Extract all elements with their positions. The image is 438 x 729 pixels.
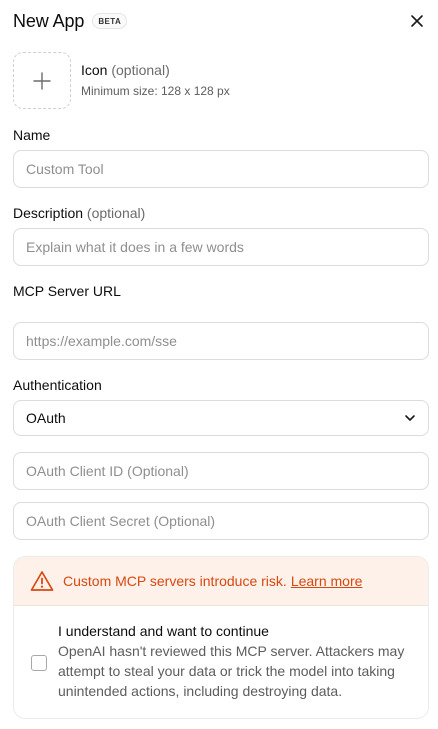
learn-more-link[interactable]: Learn more	[291, 573, 363, 589]
risk-warning-header: Custom MCP servers introduce risk. Learn …	[14, 557, 428, 606]
consent-body: OpenAI hasn't reviewed this MCP server. …	[58, 643, 405, 699]
authentication-select[interactable]: OAuth	[13, 400, 429, 436]
risk-warning-box: Custom MCP servers introduce risk. Learn …	[13, 556, 429, 719]
oauth-client-id-input[interactable]	[13, 452, 429, 490]
icon-info: Icon (optional) Minimum size: 128 x 128 …	[81, 62, 230, 98]
warning-icon	[30, 571, 54, 591]
dialog-title: New App	[13, 10, 85, 31]
authentication-selected: OAuth	[26, 410, 66, 426]
icon-upload-button[interactable]	[13, 52, 71, 109]
name-input[interactable]	[13, 150, 429, 188]
description-input[interactable]	[13, 228, 429, 266]
new-app-dialog: New App BETA Icon (optional) Minimum siz…	[0, 0, 438, 729]
consent-row: I understand and want to continue OpenAI…	[14, 606, 428, 718]
authentication-label: Authentication	[13, 377, 102, 393]
consent-checkbox[interactable]	[31, 655, 47, 671]
icon-size-hint: Minimum size: 128 x 128 px	[81, 84, 230, 98]
dialog-header: New App BETA	[13, 9, 128, 33]
icon-optional-text: (optional)	[111, 62, 170, 78]
chevron-down-icon	[405, 415, 415, 421]
icon-label: Icon (optional)	[81, 62, 230, 78]
consent-text: I understand and want to continue OpenAI…	[58, 623, 408, 701]
oauth-client-secret-input[interactable]	[13, 502, 429, 540]
mcp-url-label: MCP Server URL	[13, 283, 121, 299]
icon-label-text: Icon	[81, 62, 108, 78]
mcp-url-input[interactable]	[13, 322, 429, 360]
description-label: Description (optional)	[13, 205, 145, 221]
beta-badge: BETA	[92, 13, 128, 29]
name-label: Name	[13, 127, 51, 143]
plus-icon	[33, 71, 51, 90]
consent-title: I understand and want to continue	[58, 623, 269, 639]
close-button[interactable]	[408, 12, 426, 30]
close-icon	[411, 15, 423, 27]
risk-warning-text: Custom MCP servers introduce risk. Learn …	[63, 573, 362, 589]
description-optional-text: (optional)	[86, 205, 146, 221]
risk-warning-message: Custom MCP servers introduce risk.	[63, 573, 287, 589]
description-label-text: Description	[13, 205, 84, 221]
